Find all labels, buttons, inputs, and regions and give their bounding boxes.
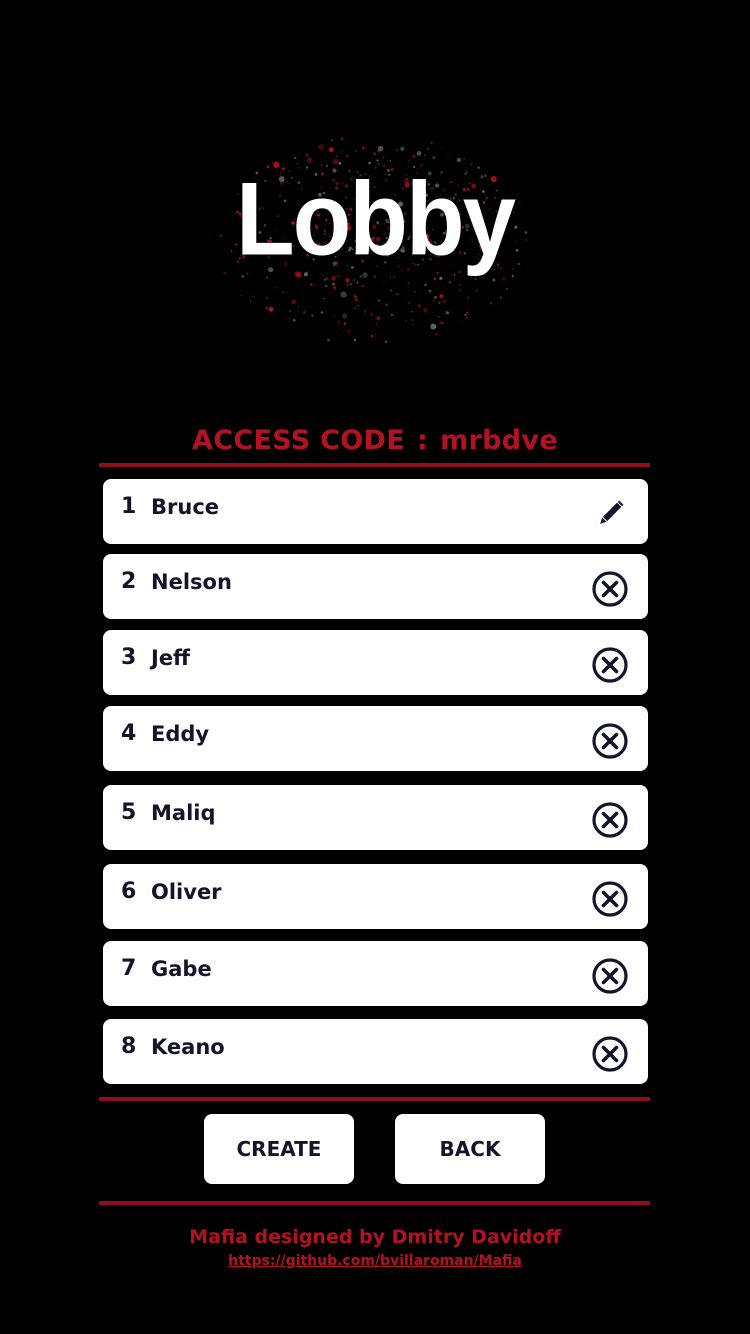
lobby-logo xyxy=(205,125,545,355)
divider-bottom xyxy=(99,1201,650,1205)
player-number: 3 xyxy=(121,645,137,670)
remove-player-button[interactable] xyxy=(591,801,629,839)
player-number: 1 xyxy=(121,494,137,519)
divider-middle xyxy=(99,1097,650,1101)
create-button[interactable]: CREATE xyxy=(204,1114,354,1184)
player-name: Bruce xyxy=(151,495,220,519)
remove-player-button[interactable] xyxy=(591,646,629,684)
remove-circle-x-icon xyxy=(592,802,628,838)
remove-player-button[interactable] xyxy=(591,957,629,995)
remove-player-button[interactable] xyxy=(591,1035,629,1073)
github-link[interactable]: https://github.com/bvillaroman/Mafia xyxy=(228,1253,522,1269)
footer-link-wrap: https://github.com/bvillaroman/Mafia xyxy=(0,1250,750,1272)
blood-splatter-graphic xyxy=(218,137,528,344)
access-code-label: ACCESS CODE xyxy=(192,425,406,456)
edit-name-button[interactable] xyxy=(591,495,629,533)
player-row: 5 Maliq xyxy=(103,785,648,850)
remove-player-button[interactable] xyxy=(591,722,629,760)
player-row: 8 Keano xyxy=(103,1019,648,1084)
remove-circle-x-icon xyxy=(592,647,628,683)
remove-circle-x-icon xyxy=(592,571,628,607)
player-name: Eddy xyxy=(151,722,210,746)
remove-circle-x-icon xyxy=(592,723,628,759)
remove-player-button[interactable] xyxy=(591,570,629,608)
access-code-separator: : xyxy=(417,425,429,456)
player-number: 2 xyxy=(121,569,137,594)
footer-credit: Mafia designed by Dmitry Davidoff xyxy=(189,1226,561,1248)
player-name: Nelson xyxy=(151,570,232,594)
back-button[interactable]: BACK xyxy=(395,1114,545,1184)
player-row: 2 Nelson xyxy=(103,554,648,619)
player-row: 7 Gabe xyxy=(103,941,648,1006)
divider-top xyxy=(99,463,650,467)
player-number: 4 xyxy=(121,721,137,746)
player-row: 1 Bruce xyxy=(103,479,648,544)
pencil-icon xyxy=(600,500,624,524)
player-row: 4 Eddy xyxy=(103,706,648,771)
access-code-value: mrbdve xyxy=(440,425,558,456)
player-row: 3 Jeff xyxy=(103,630,648,695)
player-name: Jeff xyxy=(151,646,191,670)
player-name: Maliq xyxy=(151,801,216,825)
player-name: Keano xyxy=(151,1035,225,1059)
remove-circle-x-icon xyxy=(592,881,628,917)
player-number: 7 xyxy=(121,956,137,981)
remove-circle-x-icon xyxy=(592,1036,628,1072)
player-row: 6 Oliver xyxy=(103,864,648,929)
player-number: 6 xyxy=(121,879,137,904)
player-name: Oliver xyxy=(151,880,222,904)
player-number: 5 xyxy=(121,800,137,825)
access-code: ACCESS CODE: mrbdve xyxy=(0,422,750,460)
player-name: Gabe xyxy=(151,957,212,981)
player-number: 8 xyxy=(121,1034,137,1059)
remove-circle-x-icon xyxy=(592,958,628,994)
remove-player-button[interactable] xyxy=(591,880,629,918)
